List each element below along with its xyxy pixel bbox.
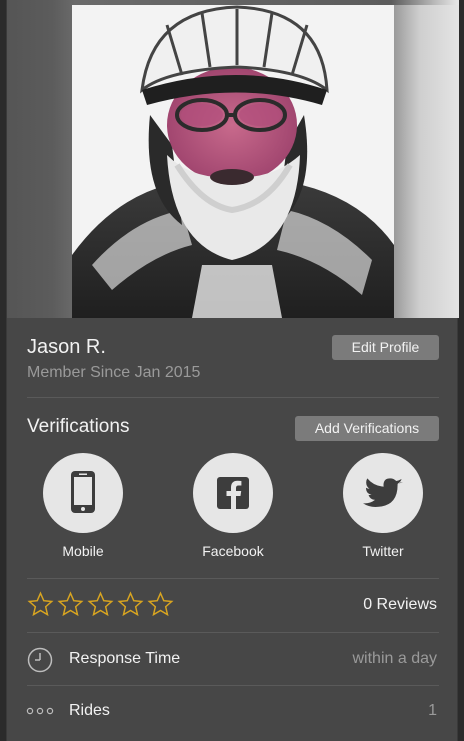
divider [27, 685, 439, 686]
twitter-icon [343, 453, 423, 533]
facebook-icon [193, 453, 273, 533]
user-name: Jason R. [27, 336, 106, 358]
verification-twitter[interactable]: Twitter [343, 453, 423, 559]
verification-facebook[interactable]: Facebook [193, 453, 273, 559]
divider [27, 397, 439, 398]
rating-stars [27, 591, 174, 618]
verification-label: Twitter [362, 543, 404, 559]
rides-label: Rides [69, 702, 110, 719]
reviews-count[interactable]: 0 Reviews [363, 596, 437, 614]
divider [27, 578, 439, 579]
member-since: Member Since Jan 2015 [27, 364, 201, 381]
photo-shadow [394, 5, 459, 318]
dots-icon [26, 707, 54, 715]
star-icon [27, 591, 54, 617]
verification-label: Facebook [202, 543, 264, 559]
star-icon [117, 591, 144, 617]
edit-profile-button[interactable]: Edit Profile [332, 335, 439, 360]
photo-area [7, 0, 459, 318]
mobile-icon [43, 453, 123, 533]
profile-card: Jason R. Member Since Jan 2015 Edit Prof… [6, 0, 459, 741]
verification-mobile[interactable]: Mobile [43, 453, 123, 559]
response-time-label: Response Time [69, 650, 181, 667]
rides-value: 1 [428, 702, 437, 719]
clock-icon [27, 647, 53, 673]
star-icon [87, 591, 114, 617]
profile-photo [72, 5, 394, 318]
star-icon [147, 591, 174, 617]
verifications-title: Verifications [27, 416, 130, 437]
verification-label: Mobile [62, 543, 104, 559]
star-icon [57, 591, 84, 617]
profile-photo-image [72, 5, 394, 318]
add-verifications-button[interactable]: Add Verifications [295, 416, 439, 441]
divider [27, 632, 439, 633]
response-time-value: within a day [352, 650, 438, 667]
